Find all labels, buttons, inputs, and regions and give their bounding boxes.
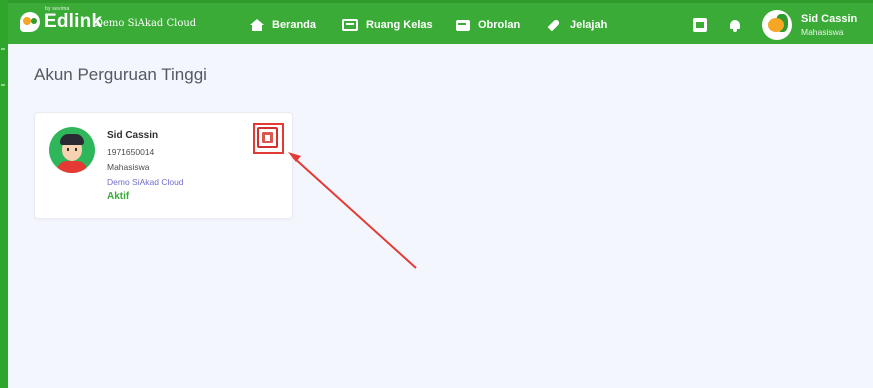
annotation-arrow-line xyxy=(292,156,417,269)
annotation-arrow-head xyxy=(288,152,301,162)
annotation-arrow xyxy=(288,152,417,269)
